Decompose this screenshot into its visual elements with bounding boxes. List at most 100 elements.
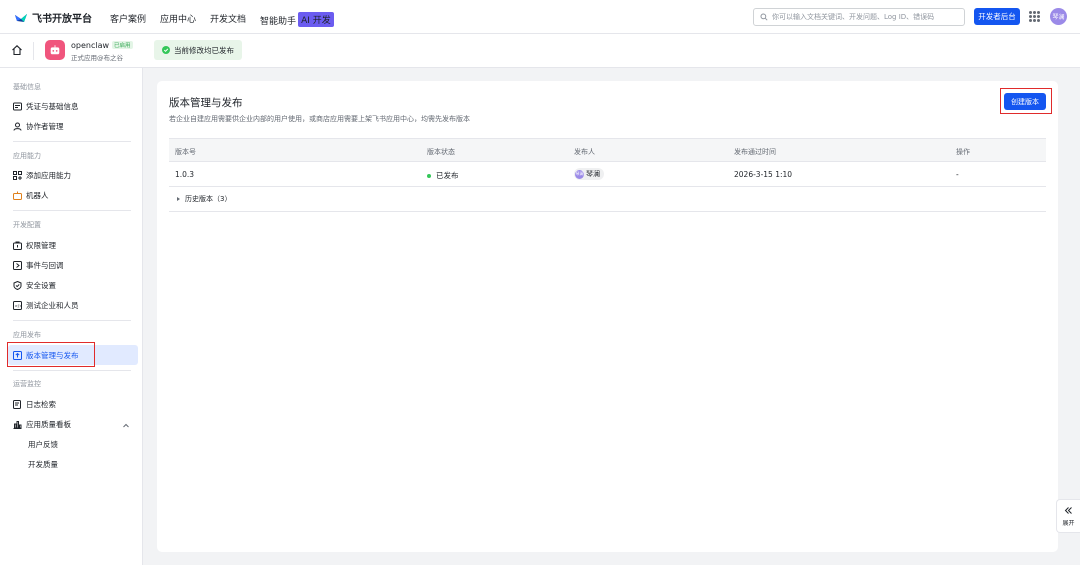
column-header-action: 操作 xyxy=(956,148,970,156)
caret-right-icon xyxy=(177,197,180,201)
sidebar-item-label: 机器人 xyxy=(26,190,49,200)
top-nav: 客户案例 应用中心 开发文档 智能助手 AI 开发 xyxy=(110,12,334,27)
permission-icon xyxy=(13,241,22,250)
credentials-icon xyxy=(13,102,22,111)
expand-label: 展开 xyxy=(1062,519,1075,527)
publish-status-banner: 当前修改均已发布 xyxy=(154,40,242,60)
column-header-status: 版本状态 xyxy=(427,148,455,156)
app-subtitle: 正式应用@布之谷 xyxy=(71,54,123,62)
sidebar-item-permissions[interactable]: 权限管理 xyxy=(0,235,143,255)
chevron-up-icon[interactable] xyxy=(122,422,130,430)
publisher-tag[interactable]: 琴澜 琴澜 xyxy=(574,168,604,180)
check-circle-icon xyxy=(162,46,170,54)
cell-publisher: 琴澜 琴澜 xyxy=(574,168,604,180)
sidebar-section-dev-config: 开发配置 xyxy=(13,221,41,229)
nav-customer-cases[interactable]: 客户案例 xyxy=(110,12,146,27)
test-icon: </> xyxy=(13,300,23,310)
developer-console-button[interactable]: 开发者后台 xyxy=(974,8,1020,25)
sidebar-divider xyxy=(13,141,131,142)
sidebar-item-events[interactable]: 事件与回调 xyxy=(0,255,143,275)
nav-dev-docs[interactable]: 开发文档 xyxy=(210,12,246,27)
brand-name: 飞书开放平台 xyxy=(32,14,92,25)
cell-status: 已发布 xyxy=(427,170,459,181)
cell-version: 1.0.3 xyxy=(175,170,195,179)
status-dot xyxy=(427,173,431,178)
sidebar-highlight-box xyxy=(7,342,95,367)
sidebar-item-label: 用户反馈 xyxy=(28,439,58,449)
sidebar-item-test-enterprise[interactable]: </> 测试企业和人员 xyxy=(0,295,143,315)
sidebar-item-label: 测试企业和人员 xyxy=(26,300,79,310)
sidebar-divider xyxy=(13,370,131,371)
header-divider xyxy=(33,42,34,60)
app-name: openclaw 已启用 xyxy=(71,41,133,50)
shield-icon xyxy=(13,280,22,290)
nav-ai-assistant[interactable]: 智能助手 AI 开发 xyxy=(260,12,334,27)
page-description: 若企业自建应用需要供企业内部的用户使用，或商店应用需要上架飞书应用中心，均需先发… xyxy=(169,115,470,123)
search-box[interactable] xyxy=(753,8,965,26)
table-row: 1.0.3 已发布 琴澜 琴澜 2026-3-15 1:10 - xyxy=(169,162,1046,187)
sidebar-item-label: 安全设置 xyxy=(26,280,56,290)
ai-dev-badge: AI 开发 xyxy=(298,12,334,27)
sidebar-item-label: 添加应用能力 xyxy=(26,170,71,180)
robot-icon xyxy=(13,191,22,200)
sidebar-item-label: 协作者管理 xyxy=(26,121,64,131)
expand-panel-tab[interactable]: 展开 xyxy=(1056,499,1080,533)
page-title: 版本管理与发布 xyxy=(169,97,243,109)
add-capability-icon xyxy=(13,170,22,180)
sidebar-item-add-capability[interactable]: 添加应用能力 xyxy=(0,165,143,185)
history-versions-label: 历史版本（3） xyxy=(185,195,232,203)
top-navigation-bar: 飞书开放平台 客户案例 应用中心 开发文档 智能助手AI 开发 开发者后台 琴澜 xyxy=(0,0,1080,34)
status-text: 已发布 xyxy=(436,171,459,180)
double-chevron-left-icon xyxy=(1064,506,1072,514)
history-versions-toggle[interactable]: 历史版本（3） xyxy=(169,187,1046,212)
sidebar-item-label: 日志检索 xyxy=(26,399,56,409)
user-icon xyxy=(13,122,22,131)
sidebar-section-publish: 应用发布 xyxy=(13,331,41,339)
sidebar-item-log-search[interactable]: 日志检索 xyxy=(0,394,143,414)
column-header-time: 发布通过时间 xyxy=(734,148,776,156)
sidebar-item-dev-quality[interactable]: 开发质量 xyxy=(0,454,143,474)
create-button-highlight-box xyxy=(1000,88,1052,114)
cell-action: - xyxy=(956,170,959,179)
sidebar-item-security[interactable]: 安全设置 xyxy=(0,275,143,295)
app-status-tag: 已启用 xyxy=(112,41,133,49)
svg-text:</>: </> xyxy=(15,303,23,308)
sidebar-item-label: 开发质量 xyxy=(28,459,58,469)
version-table: 版本号 版本状态 发布人 发布通过时间 操作 1.0.3 已发布 琴澜 琴澜 2… xyxy=(169,138,1046,212)
sidebar: 基础信息 凭证与基础信息 协作者管理 应用能力 添加应用能力 机器人 开发配置 … xyxy=(0,68,143,565)
sidebar-section-capabilities: 应用能力 xyxy=(13,152,41,160)
column-header-version: 版本号 xyxy=(175,148,196,156)
version-management-card: 版本管理与发布 若企业自建应用需要供企业内部的用户使用，或商店应用需要上架飞书应… xyxy=(157,81,1058,552)
nav-ai-assistant-label: 智能助手 xyxy=(260,17,297,27)
nav-app-center[interactable]: 应用中心 xyxy=(160,12,196,27)
publish-status-text: 当前修改均已发布 xyxy=(174,45,234,55)
app-name-text: openclaw xyxy=(71,41,110,50)
log-icon xyxy=(13,399,22,409)
sidebar-item-bot[interactable]: 机器人 xyxy=(0,185,143,205)
sidebar-item-collaborators[interactable]: 协作者管理 xyxy=(0,116,143,136)
sidebar-divider xyxy=(13,210,131,211)
sidebar-section-basic: 基础信息 xyxy=(13,83,41,91)
column-header-publisher: 发布人 xyxy=(574,148,595,156)
home-icon[interactable] xyxy=(11,44,23,56)
search-input[interactable] xyxy=(772,13,962,21)
table-header: 版本号 版本状态 发布人 发布通过时间 操作 xyxy=(169,138,1046,162)
sidebar-item-label: 凭证与基础信息 xyxy=(26,101,79,111)
feishu-logo-icon xyxy=(15,13,27,22)
apps-grid-icon[interactable] xyxy=(1029,11,1040,22)
cell-time: 2026-3-15 1:10 xyxy=(734,170,793,179)
event-icon xyxy=(13,260,22,270)
search-icon xyxy=(760,13,768,21)
user-avatar[interactable]: 琴澜 xyxy=(1050,8,1067,25)
sidebar-item-credentials[interactable]: 凭证与基础信息 xyxy=(0,96,143,116)
sidebar-item-user-feedback[interactable]: 用户反馈 xyxy=(0,434,143,454)
brand-logo[interactable]: 飞书开放平台 xyxy=(14,10,92,25)
app-robot-icon xyxy=(45,40,65,60)
sidebar-section-monitoring: 运营监控 xyxy=(13,380,41,388)
bar-chart-icon xyxy=(13,420,22,429)
publisher-name: 琴澜 xyxy=(586,170,600,178)
sidebar-divider xyxy=(13,320,131,321)
sidebar-item-label: 事件与回调 xyxy=(26,260,64,270)
sidebar-item-label: 权限管理 xyxy=(26,240,56,250)
sidebar-item-label: 应用质量看板 xyxy=(26,419,71,429)
